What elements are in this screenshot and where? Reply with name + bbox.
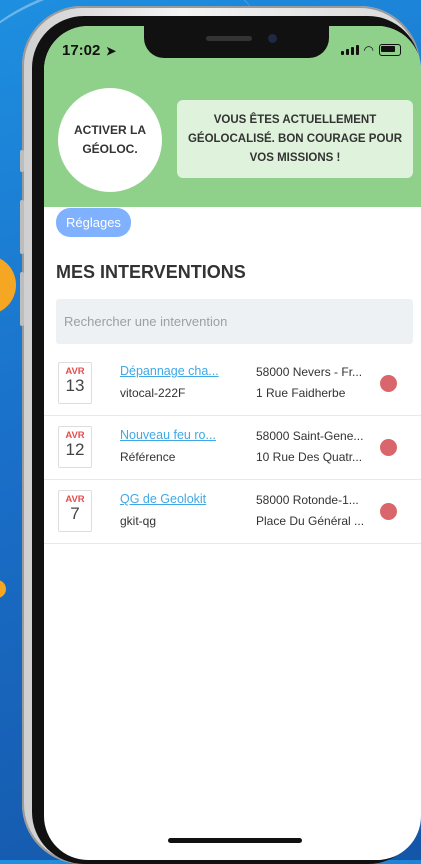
status-dot-icon	[380, 503, 397, 520]
intervention-city: 58000 Saint-Gene...	[256, 429, 364, 443]
status-icons: ◠	[340, 43, 401, 57]
date-badge: AVR 7	[58, 490, 92, 532]
wifi-icon: ◠	[363, 43, 374, 57]
list-item[interactable]: AVR 7 QG de Geolokit gkit-qg 58000 Roton…	[44, 480, 421, 544]
intervention-street: 1 Rue Faidherbe	[256, 386, 346, 400]
geoloc-notice: VOUS ÊTES ACTUELLEMENT GÉOLOCALISÉ. BON …	[177, 100, 413, 178]
date-day: 12	[65, 440, 85, 459]
volume-down-button	[20, 272, 24, 326]
list-item[interactable]: AVR 12 Nouveau feu ro... Référence 58000…	[44, 416, 421, 480]
camera	[268, 34, 277, 43]
app-screen: 17:02 ➤ ◠ ACTIVER LA GÉOLOC. VOUS ÊTES A…	[44, 26, 421, 860]
list-item[interactable]: AVR 13 Dépannage cha... vitocal-222F 580…	[44, 352, 421, 416]
intervention-city: 58000 Nevers - Fr...	[256, 365, 363, 379]
background-orange-shape	[0, 255, 16, 315]
intervention-reference: Référence	[120, 450, 176, 464]
interventions-list: AVR 13 Dépannage cha... vitocal-222F 580…	[44, 352, 421, 544]
home-indicator[interactable]	[168, 838, 302, 843]
section-title: MES INTERVENTIONS	[56, 262, 246, 282]
volume-up-button	[20, 200, 24, 254]
intervention-street: Place Du Général ...	[256, 514, 365, 528]
signal-icon	[340, 45, 359, 55]
date-day: 7	[70, 504, 80, 523]
intervention-title-link[interactable]: Dépannage cha...	[120, 364, 235, 378]
status-dot-icon	[380, 439, 397, 456]
location-arrow-icon: ➤	[106, 44, 117, 58]
battery-icon	[379, 44, 401, 56]
intervention-street: 10 Rue Des Quatr...	[256, 450, 363, 464]
status-time: 17:02	[62, 42, 101, 59]
search-input[interactable]	[56, 299, 413, 344]
intervention-reference: gkit-qg	[120, 514, 157, 528]
intervention-reference: vitocal-222F	[120, 386, 186, 400]
intervention-city: 58000 Rotonde-1...	[256, 493, 359, 507]
date-badge: AVR 12	[58, 426, 92, 468]
date-day: 13	[65, 376, 85, 395]
side-button	[20, 150, 24, 172]
activate-geoloc-button[interactable]: ACTIVER LA GÉOLOC.	[58, 88, 162, 192]
speaker	[206, 36, 252, 41]
date-badge: AVR 13	[58, 362, 92, 404]
settings-button[interactable]: Réglages	[56, 208, 131, 237]
notch	[144, 26, 329, 58]
status-dot-icon	[380, 375, 397, 392]
intervention-title-link[interactable]: Nouveau feu ro...	[120, 428, 235, 442]
intervention-title-link[interactable]: QG de Geolokit	[120, 492, 235, 506]
background-orange-shape	[0, 580, 6, 598]
